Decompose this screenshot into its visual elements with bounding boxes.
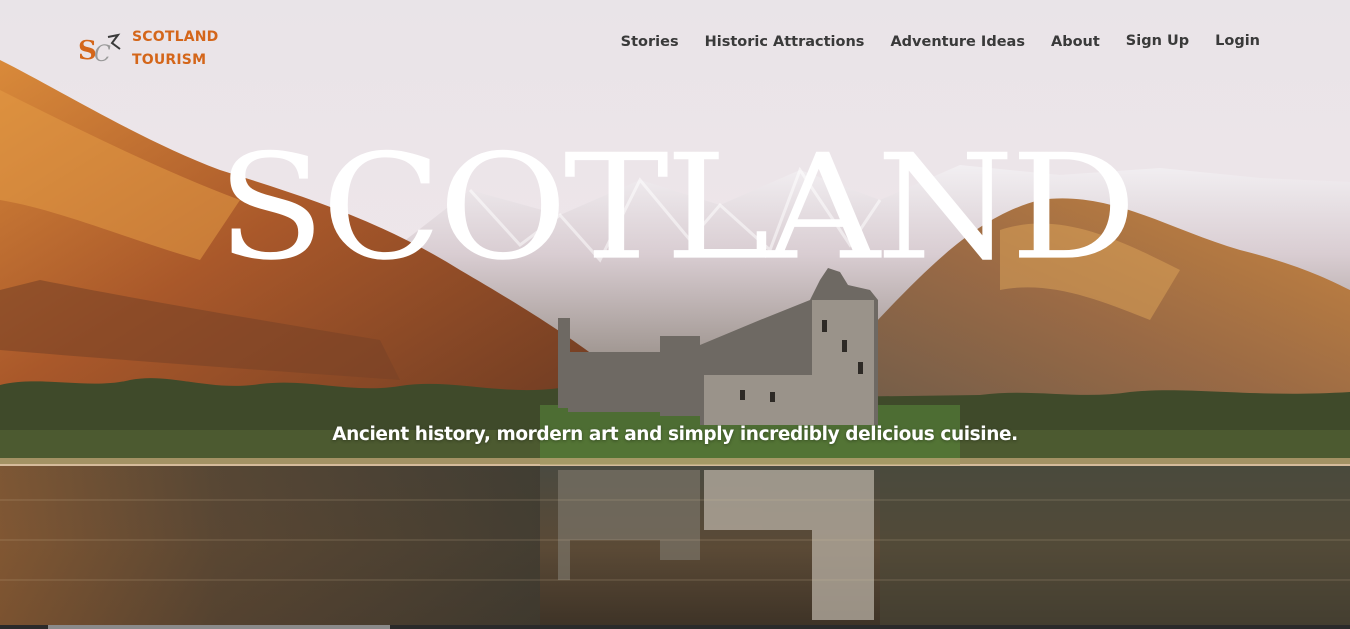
brand-name: SCOTLAND TOURISM — [132, 26, 219, 72]
main-nav: Stories Historic Attractions Adventure I… — [621, 33, 1260, 50]
brand-logo[interactable]: S C SCOTLAND TOURISM — [78, 26, 219, 72]
nav-item-about[interactable]: About — [1051, 34, 1100, 50]
horizontal-scrollbar[interactable] — [0, 625, 1350, 629]
scrollbar-thumb[interactable] — [48, 625, 390, 629]
logo-monogram-icon: S C — [78, 29, 124, 69]
nav-item-adventure-ideas[interactable]: Adventure Ideas — [890, 34, 1025, 50]
sign-up-link[interactable]: Sign Up — [1126, 33, 1189, 49]
hero-image — [0, 0, 1350, 629]
nav-item-historic-attractions[interactable]: Historic Attractions — [705, 34, 865, 50]
login-link[interactable]: Login — [1215, 33, 1260, 49]
brand-name-line2: TOURISM — [132, 52, 207, 68]
svg-text:C: C — [94, 42, 111, 67]
brand-name-line1: SCOTLAND — [132, 29, 219, 45]
nav-item-stories[interactable]: Stories — [621, 34, 679, 50]
hero-tagline: Ancient history, mordern art and simply … — [332, 424, 1018, 445]
hero-title: SCOTLAND — [217, 123, 1137, 293]
